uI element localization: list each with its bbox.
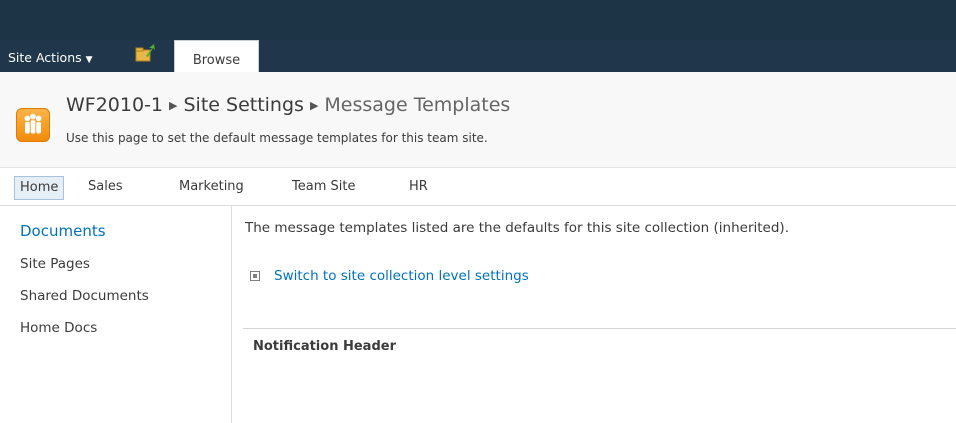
quick-launch-heading-documents[interactable]: Documents: [20, 222, 106, 240]
topnav-item-team-site[interactable]: Team Site: [287, 176, 360, 200]
breadcrumb-arrow-icon: ▶: [309, 99, 319, 112]
dropdown-caret-icon: ▼: [85, 55, 93, 65]
page-description: Use this page to set the default message…: [66, 131, 488, 145]
top-navigation: Home Sales Marketing Team Site HR: [0, 168, 956, 206]
ribbon-top-strip: [0, 0, 956, 40]
breadcrumb: WF2010-1 ▶ Site Settings ▶ Message Templates: [66, 94, 510, 116]
switch-to-site-collection-link[interactable]: Switch to site collection level settings: [274, 268, 529, 284]
bullet-square-icon: [250, 271, 260, 281]
site-actions-menu[interactable]: Site Actions ▼: [8, 50, 93, 65]
page-title: Message Templates: [324, 94, 511, 116]
breadcrumb-site-settings-link[interactable]: Site Settings: [183, 94, 303, 116]
notification-header-label: Notification Header: [253, 339, 396, 354]
inherited-info-text: The message templates listed are the def…: [245, 220, 789, 236]
navigate-up-icon[interactable]: [134, 44, 156, 64]
quick-launch-item-shared-documents[interactable]: Shared Documents: [20, 288, 149, 304]
ribbon: Site Actions ▼ Browse: [0, 0, 956, 73]
section-divider: [243, 328, 956, 329]
redacted-area: [10, 356, 160, 404]
tab-browse[interactable]: Browse: [174, 40, 259, 73]
quick-launch-item-home-docs[interactable]: Home Docs: [20, 320, 97, 336]
topnav-item-sales[interactable]: Sales: [83, 176, 128, 200]
tab-browse-label: Browse: [192, 52, 241, 68]
topnav-item-marketing[interactable]: Marketing: [174, 176, 249, 200]
quick-launch-item-site-pages[interactable]: Site Pages: [20, 256, 90, 272]
topnav-item-home[interactable]: Home: [14, 176, 65, 200]
breadcrumb-site-link[interactable]: WF2010-1: [66, 94, 163, 116]
topnav-item-hr[interactable]: HR: [404, 176, 433, 200]
quick-launch: Documents Site Pages Shared Documents Ho…: [0, 206, 232, 423]
site-logo-icon[interactable]: [16, 108, 50, 142]
site-actions-label: Site Actions: [8, 50, 82, 65]
breadcrumb-arrow-icon: ▶: [169, 99, 178, 112]
title-area: WF2010-1 ▶ Site Settings ▶ Message Templates…: [0, 72, 956, 168]
switch-settings-row: Switch to site collection level settings: [250, 268, 529, 284]
